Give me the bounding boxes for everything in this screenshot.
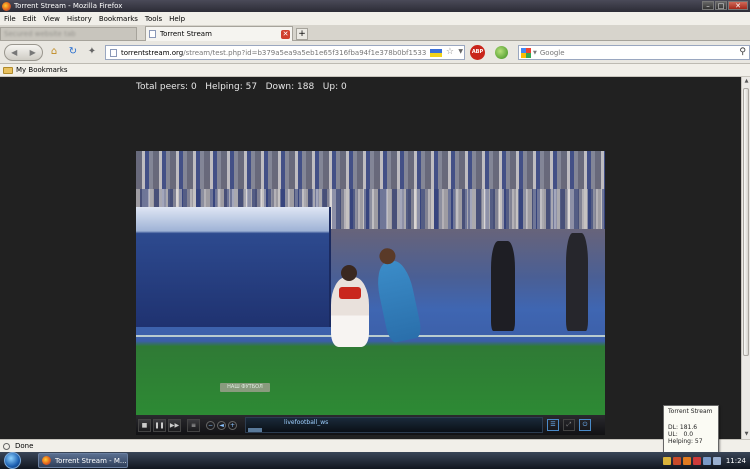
bookmarks-toolbar: My Bookmarks — [0, 64, 750, 77]
addon-icon[interactable]: ✦ — [86, 46, 98, 58]
menu-tools[interactable]: Tools — [145, 15, 162, 23]
video-pitch-line — [136, 335, 605, 337]
status-text: Done — [15, 442, 34, 450]
tooltip-dl: DL: 181.6 — [668, 424, 698, 431]
google-icon — [521, 47, 531, 58]
pause-button[interactable]: ❚❚ — [153, 418, 166, 432]
system-tray: 11:24 — [650, 453, 750, 468]
vertical-scrollbar[interactable]: ▲ ▼ — [741, 77, 750, 439]
forward-button[interactable]: ▶ — [24, 48, 43, 57]
taskbar: Torrent Stream - M... 11:24 — [0, 452, 750, 469]
extension-icon[interactable] — [495, 46, 508, 59]
tray-alert-icon[interactable] — [692, 456, 701, 465]
menu-help[interactable]: Help — [169, 15, 185, 23]
status-icon — [3, 442, 10, 450]
fullscreen-button[interactable]: ⤢ — [563, 419, 575, 431]
status-bar: Done — [0, 439, 750, 452]
tab-torrent-stream[interactable]: Torrent Stream ✕ — [145, 26, 293, 41]
menu-file[interactable]: File — [4, 15, 16, 23]
channel-watermark: НАШ ФУТБОЛ — [220, 383, 270, 392]
window-controls: – □ ✕ — [701, 1, 748, 11]
url-path: /stream/test.php?id=b379a5ea9a5eb1e65f31… — [183, 48, 427, 57]
page-content: Total peers: 0 Helping: 57 Down: 188 Up:… — [0, 77, 741, 439]
url-bar[interactable]: torrentstream.org/stream/test.php?id=b37… — [105, 45, 465, 60]
start-button[interactable] — [4, 452, 21, 469]
maximize-button[interactable]: □ — [715, 1, 727, 10]
tray-network-icon[interactable] — [702, 456, 711, 465]
video-dugout — [136, 207, 331, 327]
window-title: Torrent Stream - Mozilla Firefox — [14, 2, 123, 10]
close-tab-icon[interactable]: ✕ — [281, 30, 290, 39]
menu-view[interactable]: View — [43, 15, 60, 23]
volume-up-button[interactable]: + — [228, 420, 237, 430]
seek-slider[interactable] — [248, 428, 262, 432]
volume-down-button[interactable]: − — [206, 420, 215, 430]
power-button[interactable]: ⏻ — [579, 419, 591, 431]
tray-tooltip: Torrent Stream DL: 181.6 UL: 0.0 Helping… — [663, 405, 719, 453]
window-titlebar: Torrent Stream - Mozilla Firefox – □ ✕ — [0, 0, 750, 12]
taskbar-firefox[interactable]: Torrent Stream - M... — [38, 453, 128, 468]
search-bar[interactable]: ▼ Google ⚲ — [518, 45, 750, 60]
tooltip-helping: Helping: 57 — [668, 438, 703, 445]
home-icon[interactable]: ⌂ — [48, 46, 60, 58]
site-icon — [110, 48, 117, 57]
back-forward-buttons: ◀ ▶ — [4, 44, 43, 61]
seek-bar[interactable]: livefootball_ws — [245, 417, 543, 433]
channel-name: livefootball_ws — [284, 419, 329, 426]
minimize-button[interactable]: – — [702, 1, 714, 10]
playlist-button[interactable]: ☰ — [547, 419, 559, 431]
video-coach — [491, 241, 515, 331]
tab-active-label: Torrent Stream — [160, 30, 212, 38]
video-player-white — [331, 265, 369, 347]
peer-stats: Total peers: 0 Helping: 57 Down: 188 Up:… — [136, 82, 347, 92]
tab-secured-label: Secured website tab — [4, 30, 76, 38]
stop-button[interactable]: ■ — [138, 418, 151, 432]
video-player-blue — [373, 246, 423, 344]
video-coach-2 — [566, 233, 588, 331]
volume-icon[interactable]: ◄ — [217, 420, 226, 430]
menu-bookmarks[interactable]: Bookmarks — [99, 15, 138, 23]
menu-bar: File Edit View History Bookmarks Tools H… — [0, 12, 750, 25]
search-input[interactable]: Google — [540, 49, 565, 57]
adblock-icon[interactable]: ABP — [470, 45, 485, 60]
tray-volume-icon[interactable] — [712, 456, 721, 465]
navigation-toolbar: ◀ ▶ ⌂ ↻ ✦ torrentstream.org/stream/test.… — [0, 41, 750, 64]
firefox-icon — [2, 1, 11, 11]
video-player[interactable]: НАШ ФУТБОЛ — [136, 151, 605, 415]
new-tab-button[interactable]: + — [296, 28, 308, 40]
close-window-button[interactable]: ✕ — [728, 1, 748, 10]
bookmarks-folder[interactable]: My Bookmarks — [16, 66, 68, 74]
tray-shield-icon[interactable] — [672, 456, 681, 465]
reload-icon[interactable]: ↻ — [67, 46, 79, 58]
tooltip-ul: UL: 0.0 — [668, 431, 694, 438]
menu-edit[interactable]: Edit — [23, 15, 37, 23]
back-button[interactable]: ◀ — [5, 48, 24, 57]
menu-button[interactable]: ≡ — [187, 418, 200, 432]
scroll-up-icon[interactable]: ▲ — [742, 77, 750, 86]
tab-secured[interactable]: Secured website tab — [0, 27, 137, 41]
tray-torrent-icon[interactable] — [662, 456, 671, 465]
menu-history[interactable]: History — [67, 15, 92, 23]
tray-app-icon[interactable] — [682, 456, 691, 465]
next-button[interactable]: ▶▶ — [168, 418, 181, 432]
url-dropdown-icon[interactable]: ▼ — [458, 48, 463, 55]
scroll-thumb[interactable] — [743, 88, 749, 356]
player-controls: ■ ❚❚ ▶▶ ≡ − ◄ + livefootball_ws ☰ ⤢ ⏻ — [136, 415, 605, 435]
taskbar-firefox-label: Torrent Stream - M... — [55, 456, 127, 465]
flag-icon — [430, 49, 442, 57]
search-engine-dropdown-icon[interactable]: ▼ — [533, 50, 537, 56]
search-icon[interactable]: ⚲ — [739, 47, 746, 57]
tab-bar: Secured website tab Torrent Stream ✕ + — [0, 25, 750, 41]
bookmark-star-icon[interactable]: ☆ — [446, 47, 454, 57]
firefox-icon — [42, 456, 51, 465]
scroll-down-icon[interactable]: ▼ — [742, 430, 750, 439]
url-host: torrentstream.org — [121, 48, 184, 57]
tooltip-title: Torrent Stream — [668, 408, 713, 415]
taskbar-clock[interactable]: 11:24 — [726, 457, 746, 465]
page-icon — [149, 30, 156, 38]
folder-icon — [3, 66, 13, 74]
